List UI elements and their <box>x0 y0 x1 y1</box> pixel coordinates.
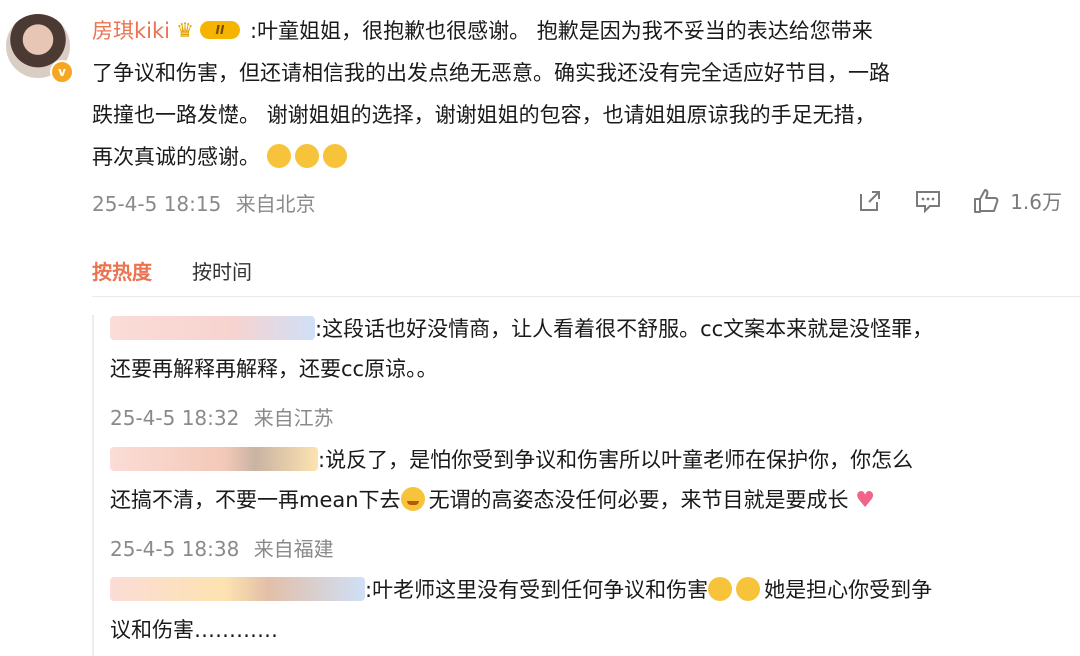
crying-emoji-icon <box>708 577 733 601</box>
post-timestamp: 25-4-5 18:15 <box>92 192 222 216</box>
hug-emoji-icon <box>322 144 347 168</box>
hug-emoji-icon <box>294 144 319 168</box>
verified-badge: v <box>50 60 74 84</box>
reply-item: :这段话也好没情商，让人看着很不舒服。cc文案本来就是没怪罪， 还要再解释再解释… <box>110 316 934 381</box>
reply-meta: 25-4-5 18:38 来自福建 <box>110 537 334 561</box>
share-icon[interactable] <box>856 187 884 215</box>
author-name[interactable]: 房琪kiki <box>92 19 170 43</box>
post-body: 房琪kiki ♛ II:叶童姐姐，很抱歉也很感谢。 抱歉是因为我不妥当的表达给您带来… <box>92 10 1052 178</box>
comment-icon[interactable] <box>914 187 942 215</box>
hug-emoji-icon <box>266 144 291 168</box>
tab-sort-hot[interactable]: 按热度 <box>92 256 152 285</box>
comment-sort-tabs: 按热度 按时间 <box>92 256 252 285</box>
post-line-1: 房琪kiki ♛ II:叶童姐姐，很抱歉也很感谢。 抱歉是因为我不妥当的表达给您带来 <box>92 10 1052 52</box>
blurred-username <box>110 447 318 471</box>
post-actions: 1.6万 <box>826 186 1062 215</box>
crying-emoji-icon <box>736 577 761 601</box>
reply-thread-line <box>92 315 94 656</box>
reply-item: :说反了，是怕你受到争议和伤害所以叶童老师在保护你，你怎么 还搞不清，不要一再m… <box>110 447 914 513</box>
reply-item: :叶老师这里没有受到任何争议和伤害 她是担心你受到争 议和伤害………… <box>110 577 933 642</box>
post-location: 来自北京 <box>235 192 316 216</box>
like-icon[interactable] <box>972 187 1000 215</box>
blurred-username <box>110 577 365 601</box>
like-count: 1.6万 <box>1010 190 1062 214</box>
crown-level-icon: ♛ II <box>176 18 244 42</box>
post-line-4: 再次真诚的感谢。 <box>92 136 1052 178</box>
reply-meta: 25-4-5 18:32 来自江苏 <box>110 406 334 430</box>
post-line-3: 跌撞也一路发憷。 谢谢姐姐的选择，谢谢姐姐的包容，也请姐姐原谅我的手足无措， <box>92 103 876 127</box>
divider <box>92 296 1080 297</box>
tab-sort-time[interactable]: 按时间 <box>192 256 252 285</box>
heart-icon: ♥ <box>855 488 875 513</box>
laughing-emoji-icon <box>400 487 425 511</box>
post-meta: 25-4-5 18:15 来自北京 <box>92 188 316 217</box>
blurred-username <box>110 316 315 340</box>
post-line-2: 了争议和伤害，但还请相信我的出发点绝无恶意。确实我还没有完全适应好节目，一路 <box>92 61 890 85</box>
post-text: :叶童姐姐，很抱歉也很感谢。 抱歉是因为我不妥当的表达给您带来 <box>250 19 873 43</box>
